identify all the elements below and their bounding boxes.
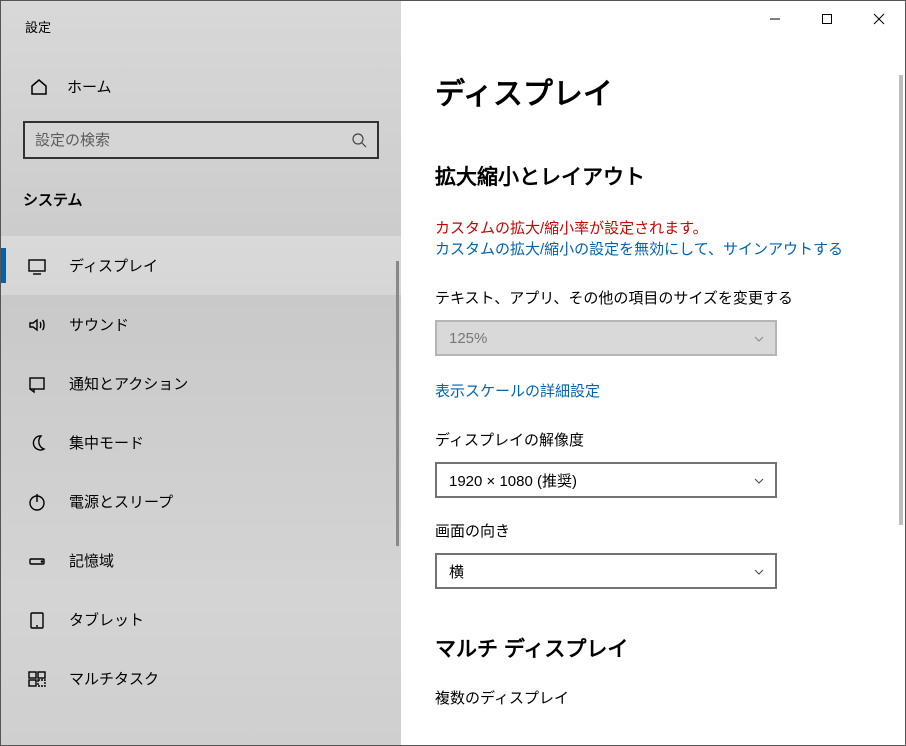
- sidebar-item-label: 電源とスリープ: [69, 491, 173, 512]
- scale-dropdown: 125%: [435, 320, 777, 356]
- sidebar-item-label: 記憶域: [69, 550, 114, 571]
- chevron-down-icon: [753, 332, 765, 344]
- sidebar-scrollbar-thumb[interactable]: [396, 261, 399, 546]
- sidebar-item-focus[interactable]: 集中モード: [1, 413, 401, 472]
- orientation-label: 画面の向き: [435, 520, 871, 541]
- home-icon: [29, 77, 49, 97]
- sidebar-item-label: ディスプレイ: [69, 255, 158, 276]
- sidebar-item-label: マルチタスク: [69, 668, 159, 689]
- sidebar-item-display[interactable]: ディスプレイ: [1, 236, 401, 295]
- resolution-value: 1920 × 1080 (推奨): [449, 470, 577, 491]
- search-icon: [351, 132, 367, 148]
- custom-scale-warning: カスタムの拡大/縮小率が設定されます。: [435, 217, 871, 238]
- multidisplay-sublabel: 複数のディスプレイ: [435, 687, 871, 708]
- notification-icon: [27, 374, 47, 394]
- focus-icon: [27, 433, 47, 453]
- content-scrollbar[interactable]: [899, 75, 903, 741]
- orientation-value: 横: [449, 561, 464, 582]
- sidebar: 設定 ホーム システム: [1, 1, 401, 745]
- power-icon: [27, 492, 47, 512]
- sidebar-list: ディスプレイ サウンド 通知とアクション: [1, 236, 401, 708]
- sidebar-item-multitask[interactable]: マルチタスク: [1, 649, 401, 708]
- disable-custom-scale-link[interactable]: カスタムの拡大/縮小の設定を無効にして、サインアウトする: [435, 238, 871, 259]
- advanced-scale-link[interactable]: 表示スケールの詳細設定: [435, 380, 871, 401]
- search-input[interactable]: [35, 132, 351, 149]
- chevron-down-icon: [753, 565, 765, 577]
- sound-icon: [27, 315, 47, 335]
- sidebar-item-sound[interactable]: サウンド: [1, 295, 401, 354]
- content-pane: ディスプレイ 拡大縮小とレイアウト カスタムの拡大/縮小率が設定されます。 カス…: [401, 1, 905, 745]
- sidebar-scrollbar[interactable]: [393, 261, 401, 743]
- sidebar-item-label: 集中モード: [69, 432, 144, 453]
- sidebar-item-storage[interactable]: 記憶域: [1, 531, 401, 590]
- orientation-dropdown[interactable]: 横: [435, 553, 777, 589]
- display-icon: [27, 256, 47, 276]
- resolution-label: ディスプレイの解像度: [435, 429, 871, 450]
- home-button[interactable]: ホーム: [1, 36, 401, 97]
- settings-window: 設定 ホーム システム: [0, 0, 906, 746]
- scale-value: 125%: [449, 330, 487, 347]
- multitask-icon: [27, 669, 47, 689]
- storage-icon: [27, 551, 47, 571]
- size-label: テキスト、アプリ、その他の項目のサイズを変更する: [435, 287, 871, 308]
- home-label: ホーム: [67, 76, 112, 97]
- page-title: ディスプレイ: [435, 1, 871, 113]
- sidebar-item-power[interactable]: 電源とスリープ: [1, 472, 401, 531]
- multidisplay-heading: マルチ ディスプレイ: [435, 633, 871, 663]
- sidebar-item-tablet[interactable]: タブレット: [1, 590, 401, 649]
- chevron-down-icon: [753, 474, 765, 486]
- sidebar-item-label: サウンド: [69, 314, 129, 335]
- search-box[interactable]: [23, 121, 379, 159]
- sidebar-item-label: タブレット: [69, 609, 144, 630]
- app-title: 設定: [1, 1, 401, 36]
- scale-heading: 拡大縮小とレイアウト: [435, 161, 871, 191]
- category-heading: システム: [1, 159, 401, 210]
- sidebar-item-label: 通知とアクション: [69, 373, 188, 394]
- sidebar-item-notifications[interactable]: 通知とアクション: [1, 354, 401, 413]
- content-scrollbar-thumb[interactable]: [899, 75, 903, 525]
- tablet-icon: [27, 610, 47, 630]
- resolution-dropdown[interactable]: 1920 × 1080 (推奨): [435, 462, 777, 498]
